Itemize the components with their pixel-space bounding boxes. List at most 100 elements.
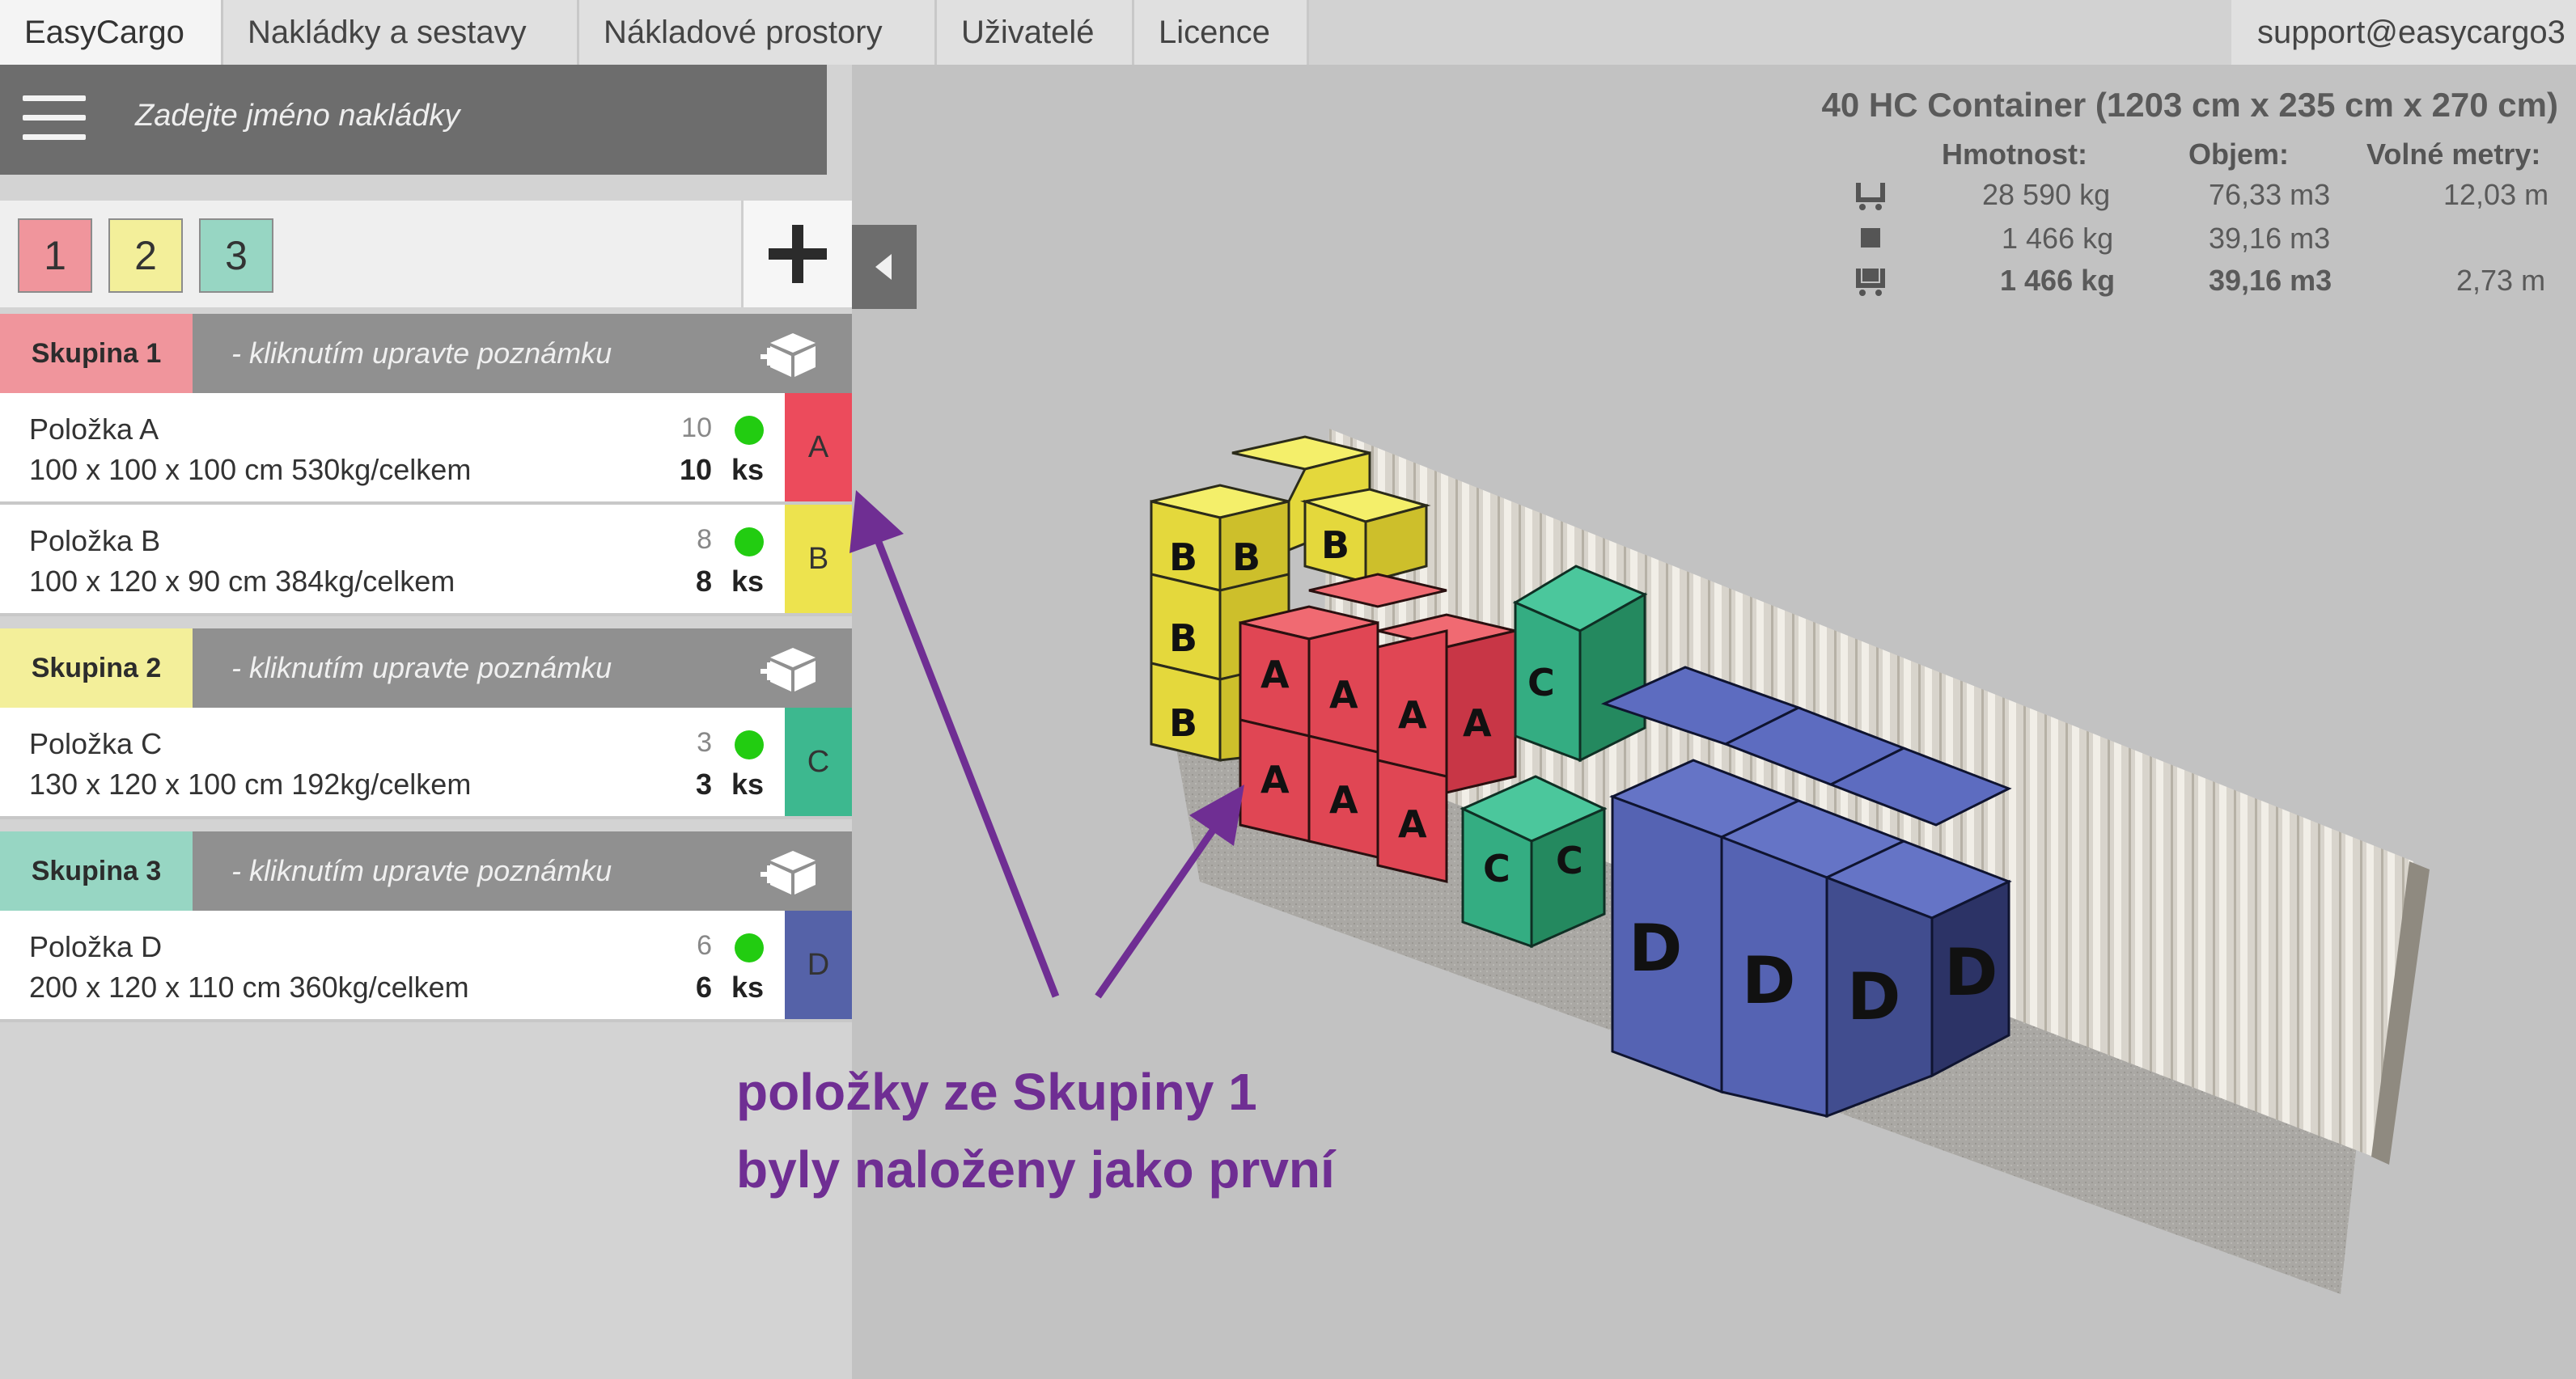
- group-button-2[interactable]: 2: [108, 218, 183, 293]
- group-header-1: Skupina 1 - kliknutím upravte poznámku: [0, 314, 852, 393]
- cargo-volume: 39,16 m3: [2209, 222, 2331, 255]
- annotation-caption: položky ze Skupiny 1 byly naloženy jako …: [736, 1053, 1335, 1208]
- item-dimensions: 200 x 120 x 110 cm 360kg/celkem: [29, 971, 469, 1004]
- svg-text:A: A: [1463, 701, 1492, 745]
- container-summary: 40 HC Container (1203 cm x 235 cm x 270 …: [1699, 81, 2576, 324]
- loaded-volume: 39,16 m3: [2209, 264, 2332, 297]
- svg-text:C: C: [1556, 839, 1583, 882]
- svg-text:D: D: [1629, 911, 1682, 986]
- menu-icon[interactable]: [23, 95, 86, 142]
- item-row-d[interactable]: Položka D 200 x 120 x 110 cm 360kg/celke…: [0, 911, 852, 1022]
- cargo-weight: 1 466 kg: [2002, 222, 2114, 255]
- loading-name-bar: Zadejte jméno nakládky: [0, 65, 827, 175]
- header-volume: Objem:: [2188, 137, 2290, 171]
- status-ok-icon: [735, 527, 764, 556]
- add-item-box-icon[interactable]: [761, 844, 825, 898]
- group-toolbar: 1 2 3: [0, 201, 852, 307]
- item-color-tag[interactable]: D: [785, 911, 852, 1019]
- item-name: Položka D: [29, 930, 163, 963]
- svg-text:D: D: [1742, 943, 1795, 1018]
- item-row-b[interactable]: Položka B 100 x 120 x 90 cm 384kg/celkem…: [0, 505, 852, 616]
- loading-panel: Zadejte jméno nakládky 1 2 3 Skupina 1 -…: [0, 65, 917, 1379]
- svg-text:D: D: [1847, 959, 1900, 1034]
- item-planned-count: 8: [697, 524, 712, 555]
- item-name: Položka A: [29, 412, 159, 446]
- item-dimensions: 100 x 100 x 100 cm 530kg/celkem: [29, 453, 472, 486]
- header-free-meters: Volné metry:: [2366, 137, 2541, 171]
- loaded-weight: 1 466 kg: [2000, 264, 2116, 297]
- svg-text:B: B: [1232, 535, 1260, 579]
- item-quantity[interactable]: 3: [672, 768, 712, 802]
- group-label[interactable]: Skupina 2: [0, 628, 193, 708]
- item-unit: ks: [731, 971, 765, 1004]
- tab-easycargo[interactable]: EasyCargo: [0, 0, 223, 65]
- capacity-weight: 28 590 kg: [1982, 178, 2111, 211]
- item-quantity[interactable]: 6: [672, 971, 712, 1005]
- svg-text:B: B: [1169, 701, 1197, 745]
- item-unit: ks: [731, 768, 765, 801]
- group-button-3[interactable]: 3: [199, 218, 273, 293]
- item-name: Položka B: [29, 524, 161, 557]
- annotation-line-1: položky ze Skupiny 1: [736, 1063, 1257, 1121]
- svg-text:A: A: [1260, 758, 1290, 802]
- container-title: 40 HC Container (1203 cm x 235 cm x 270 …: [1821, 86, 2558, 124]
- item-row-a[interactable]: Položka A 100 x 100 x 100 cm 530kg/celke…: [0, 393, 852, 505]
- top-navigation: EasyCargo Nakládky a sestavy Nákladové p…: [0, 0, 2576, 65]
- item-planned-count: 6: [697, 930, 712, 961]
- tab-license[interactable]: Licence: [1134, 0, 1309, 65]
- svg-text:A: A: [1329, 673, 1358, 717]
- item-dimensions: 100 x 120 x 90 cm 384kg/celkem: [29, 565, 455, 598]
- tab-loadings[interactable]: Nakládky a sestavy: [223, 0, 579, 65]
- item-planned-count: 10: [681, 412, 712, 443]
- header-weight: Hmotnost:: [1942, 137, 2087, 171]
- group-button-1[interactable]: 1: [18, 218, 92, 293]
- support-email-link[interactable]: support@easycargo3: [2231, 0, 2576, 65]
- item-unit: ks: [731, 565, 765, 598]
- plus-icon: [769, 225, 827, 283]
- group-label[interactable]: Skupina 3: [0, 831, 193, 911]
- item-dimensions: 130 x 120 x 100 cm 192kg/celkem: [29, 768, 472, 801]
- svg-text:A: A: [1329, 778, 1358, 822]
- item-planned-count: 3: [697, 727, 712, 758]
- tab-cargo-spaces[interactable]: Nákladové prostory: [579, 0, 937, 65]
- capacity-volume: 76,33 m3: [2209, 178, 2331, 211]
- item-row-c[interactable]: Položka C 130 x 120 x 100 cm 192kg/celke…: [0, 708, 852, 819]
- tab-users[interactable]: Uživatelé: [937, 0, 1134, 65]
- svg-text:C: C: [1527, 661, 1555, 704]
- group-note[interactable]: - kliknutím upravte poznámku: [231, 854, 612, 888]
- svg-text:A: A: [1398, 802, 1427, 846]
- svg-text:C: C: [1483, 847, 1510, 890]
- capacity-icon: [1856, 183, 1885, 210]
- status-ok-icon: [735, 730, 764, 759]
- item-color-tag[interactable]: C: [785, 708, 852, 816]
- svg-text:A: A: [1260, 653, 1290, 696]
- status-ok-icon: [735, 416, 764, 445]
- item-quantity[interactable]: 8: [672, 565, 712, 599]
- item-unit: ks: [731, 453, 765, 486]
- loaded-icon: [1856, 269, 1885, 296]
- svg-text:D: D: [1944, 935, 1998, 1010]
- collapse-panel-button[interactable]: [852, 225, 917, 309]
- svg-text:B: B: [1169, 616, 1197, 660]
- loaded-free-meters: 2,73 m: [2456, 264, 2546, 297]
- add-item-box-icon[interactable]: [761, 327, 825, 380]
- item-quantity[interactable]: 10: [672, 453, 712, 487]
- svg-text:B: B: [1169, 535, 1197, 579]
- svg-text:A: A: [1398, 693, 1427, 737]
- loading-name-input[interactable]: Zadejte jméno nakládky: [135, 99, 460, 133]
- capacity-free-meters: 12,03 m: [2443, 178, 2549, 211]
- item-name: Položka C: [29, 727, 163, 760]
- group-note[interactable]: - kliknutím upravte poznámku: [231, 651, 612, 685]
- status-ok-icon: [735, 933, 764, 962]
- svg-text:B: B: [1321, 523, 1349, 567]
- item-color-tag[interactable]: B: [785, 505, 852, 613]
- cargo-icon: [1861, 228, 1880, 247]
- add-group-button[interactable]: [741, 201, 852, 307]
- group-label[interactable]: Skupina 1: [0, 314, 193, 393]
- item-color-tag[interactable]: A: [785, 393, 852, 501]
- group-header-3: Skupina 3 - kliknutím upravte poznámku: [0, 831, 852, 911]
- chevron-left-icon: [875, 254, 892, 280]
- annotation-line-2: byly naloženy jako první: [736, 1140, 1335, 1199]
- group-note[interactable]: - kliknutím upravte poznámku: [231, 336, 612, 370]
- add-item-box-icon[interactable]: [761, 641, 825, 695]
